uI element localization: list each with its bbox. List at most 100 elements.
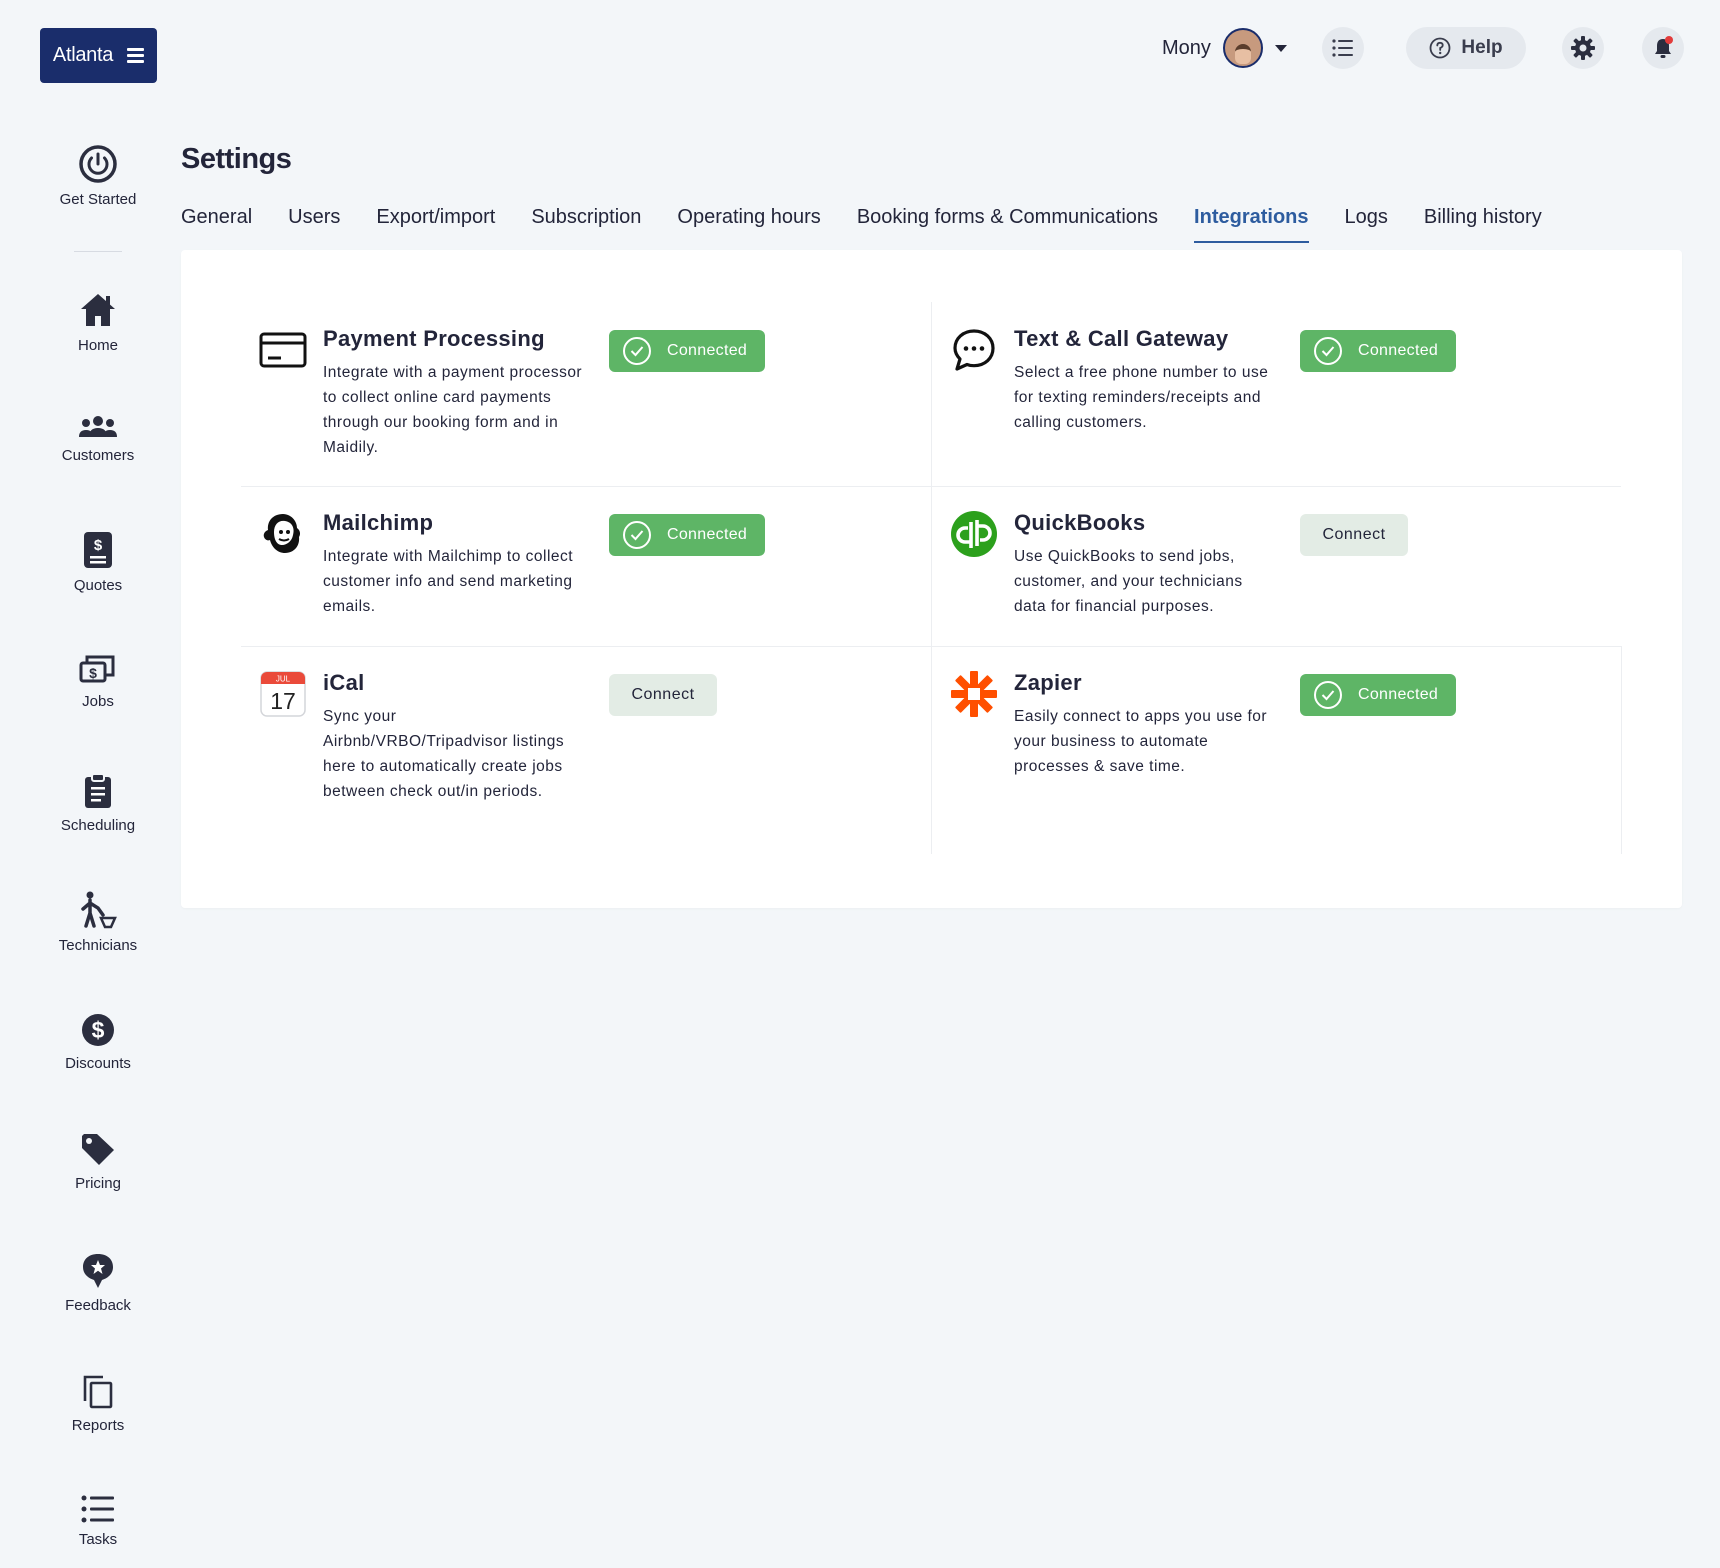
ical-connect-button[interactable]: Connect <box>609 674 717 716</box>
integration-title: iCal <box>323 670 365 695</box>
sidebar-item-label: Quotes <box>73 577 123 594</box>
sidebar-item-technicians[interactable]: Technicians <box>0 891 196 954</box>
svg-text:$: $ <box>92 1017 105 1043</box>
users-icon <box>79 416 117 437</box>
help-button[interactable]: Help <box>1406 27 1526 69</box>
sidebar-item-customers[interactable]: Customers <box>0 415 196 464</box>
integrations-panel: Payment Processing Integrate with a paym… <box>181 250 1682 908</box>
status-label: Connect <box>631 686 695 703</box>
svg-text:$: $ <box>94 537 103 554</box>
check-circle-icon <box>623 337 651 365</box>
text-call-gateway-connected-button[interactable]: Connected <box>1300 330 1456 372</box>
integration-title: Zapier <box>1014 670 1082 695</box>
chevron-down-icon <box>1274 44 1287 52</box>
check-circle-icon <box>623 521 651 549</box>
integration-description: Sync your Airbnb/VRBO/Tripadvisor listin… <box>323 708 565 800</box>
reports-icon <box>83 1375 113 1409</box>
tab-integrations[interactable]: Integrations <box>1194 206 1309 243</box>
mailchimp-icon <box>259 510 307 558</box>
calendar-day: 17 <box>270 688 296 714</box>
sidebar-item-label: Technicians <box>58 937 138 954</box>
integration-description: Integrate with Mailchimp to collect cust… <box>323 548 574 615</box>
user-menu[interactable]: Mony <box>1162 28 1287 68</box>
column-divider <box>1621 646 1622 854</box>
status-label: Connected <box>667 342 748 359</box>
payment-processing-connected-button[interactable]: Connected <box>609 330 765 372</box>
mailchimp-connected-button[interactable]: Connected <box>609 514 765 556</box>
sidebar-item-label: Pricing <box>75 1175 121 1192</box>
integration-description: Use QuickBooks to send jobs, customer, a… <box>1014 548 1243 615</box>
tab-logs[interactable]: Logs <box>1345 206 1388 243</box>
zapier-icon <box>950 670 998 718</box>
sidebar-item-feedback[interactable]: Feedback <box>0 1253 196 1314</box>
sidebar-item-scheduling[interactable]: Scheduling <box>0 773 196 834</box>
check-circle-icon <box>1314 337 1342 365</box>
zapier-connected-button[interactable]: Connected <box>1300 674 1456 716</box>
calendar-icon: JUL 17 <box>259 670 307 718</box>
tab-export-import[interactable]: Export/import <box>376 206 495 243</box>
user-name: Mony <box>1162 36 1211 59</box>
hamburger-icon <box>127 48 145 63</box>
status-label: Connected <box>1358 342 1439 359</box>
brand-menu-button[interactable]: Atlanta <box>40 28 157 83</box>
column-divider <box>931 302 932 854</box>
feedback-icon <box>83 1254 113 1288</box>
list-view-button[interactable] <box>1322 27 1364 69</box>
notifications-button[interactable] <box>1642 27 1684 69</box>
home-icon <box>81 294 115 326</box>
integration-description: Select a free phone number to use for te… <box>1014 364 1269 431</box>
settings-button[interactable] <box>1562 27 1604 69</box>
integration-title: Mailchimp <box>323 510 434 535</box>
sidebar-item-label: Reports <box>71 1417 125 1434</box>
tag-icon <box>82 1134 114 1165</box>
tab-booking-forms[interactable]: Booking forms & Communications <box>857 206 1158 243</box>
tab-billing-history[interactable]: Billing history <box>1424 206 1542 243</box>
tab-general[interactable]: General <box>181 206 252 243</box>
settings-tabs: General Users Export/import Subscription… <box>181 206 1542 243</box>
avatar <box>1222 28 1263 68</box>
sidebar-item-label: Tasks <box>78 1531 118 1548</box>
sidebar-item-quotes[interactable]: $ Quotes <box>0 531 196 594</box>
tab-operating-hours[interactable]: Operating hours <box>677 206 820 243</box>
tab-subscription[interactable]: Subscription <box>531 206 641 243</box>
sidebar-item-reports[interactable]: Reports <box>0 1375 196 1434</box>
sidebar-item-discounts[interactable]: $ Discounts <box>0 1013 196 1072</box>
page-title: Settings <box>181 143 292 175</box>
sidebar-item-label: Get Started <box>59 191 137 208</box>
jobs-icon: $ <box>79 655 115 683</box>
sidebar-divider <box>74 251 122 252</box>
credit-card-icon <box>259 326 307 374</box>
integration-title: Payment Processing <box>323 326 545 351</box>
sidebar-item-jobs[interactable]: $ Jobs <box>0 653 196 710</box>
technician-icon <box>81 891 117 929</box>
quickbooks-connect-button[interactable]: Connect <box>1300 514 1408 556</box>
tab-users[interactable]: Users <box>288 206 340 243</box>
calendar-month: JUL <box>276 675 291 684</box>
brand-name: Atlanta <box>52 44 114 66</box>
integration-description: Integrate with a payment processor to co… <box>323 364 583 456</box>
sidebar-item-get-started[interactable]: Get Started <box>0 145 196 208</box>
sidebar-item-label: Home <box>77 337 118 354</box>
svg-text:$: $ <box>89 665 97 681</box>
tasks-icon <box>81 1495 114 1523</box>
sidebar-item-tasks[interactable]: Tasks <box>0 1495 196 1548</box>
bell-icon <box>1655 36 1673 58</box>
list-icon <box>1332 39 1353 57</box>
help-icon <box>1430 37 1451 59</box>
chat-bubble-icon <box>950 326 998 374</box>
power-icon <box>79 145 117 183</box>
sidebar-item-home[interactable]: Home <box>0 291 196 354</box>
sidebar-item-label: Feedback <box>65 1297 131 1314</box>
help-label: Help <box>1461 37 1503 58</box>
dollar-icon: $ <box>82 1014 114 1046</box>
check-circle-icon <box>1314 681 1342 709</box>
sidebar-item-pricing[interactable]: Pricing <box>0 1133 196 1192</box>
integration-description: Easily connect to apps you use for your … <box>1014 708 1268 775</box>
status-label: Connected <box>1358 686 1439 703</box>
sidebar-item-label: Customers <box>61 447 135 464</box>
gear-icon <box>1571 36 1595 60</box>
clipboard-icon <box>85 773 111 808</box>
sidebar-item-label: Discounts <box>65 1055 131 1072</box>
integration-title: Text & Call Gateway <box>1014 326 1229 351</box>
status-label: Connect <box>1322 526 1386 543</box>
